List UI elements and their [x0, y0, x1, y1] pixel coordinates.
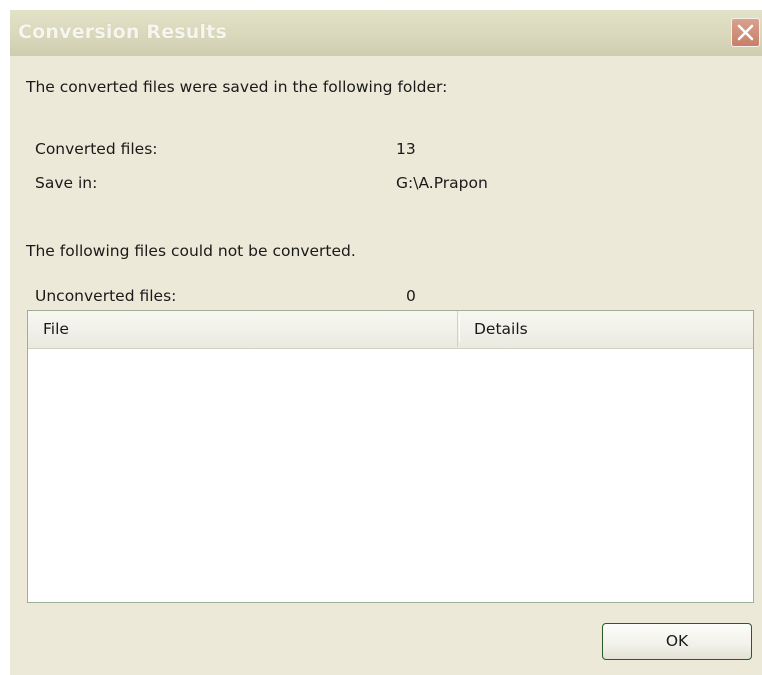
saved-message: The converted files were saved in the fo… — [26, 78, 448, 96]
converted-files-label: Converted files: — [35, 140, 158, 158]
save-in-value: G:\A.Prapon — [396, 174, 488, 192]
close-button[interactable] — [731, 18, 760, 47]
column-header-file[interactable]: File — [28, 311, 458, 347]
ok-button[interactable]: OK — [602, 623, 752, 660]
dialog-title: Conversion Results — [18, 21, 228, 43]
list-header: File Details — [28, 311, 753, 349]
converted-files-value: 13 — [396, 140, 416, 158]
column-header-details[interactable]: Details — [458, 311, 753, 347]
unconverted-files-label: Unconverted files: — [35, 287, 177, 305]
conversion-results-dialog: Conversion Results The converted files w… — [10, 10, 762, 675]
save-in-label: Save in: — [35, 174, 98, 192]
unconverted-message: The following files could not be convert… — [26, 242, 356, 260]
list-body[interactable] — [28, 349, 753, 602]
unconverted-files-list[interactable]: File Details — [27, 310, 754, 603]
title-bar[interactable]: Conversion Results — [10, 10, 762, 56]
unconverted-files-value: 0 — [406, 287, 416, 305]
close-icon — [737, 24, 754, 41]
